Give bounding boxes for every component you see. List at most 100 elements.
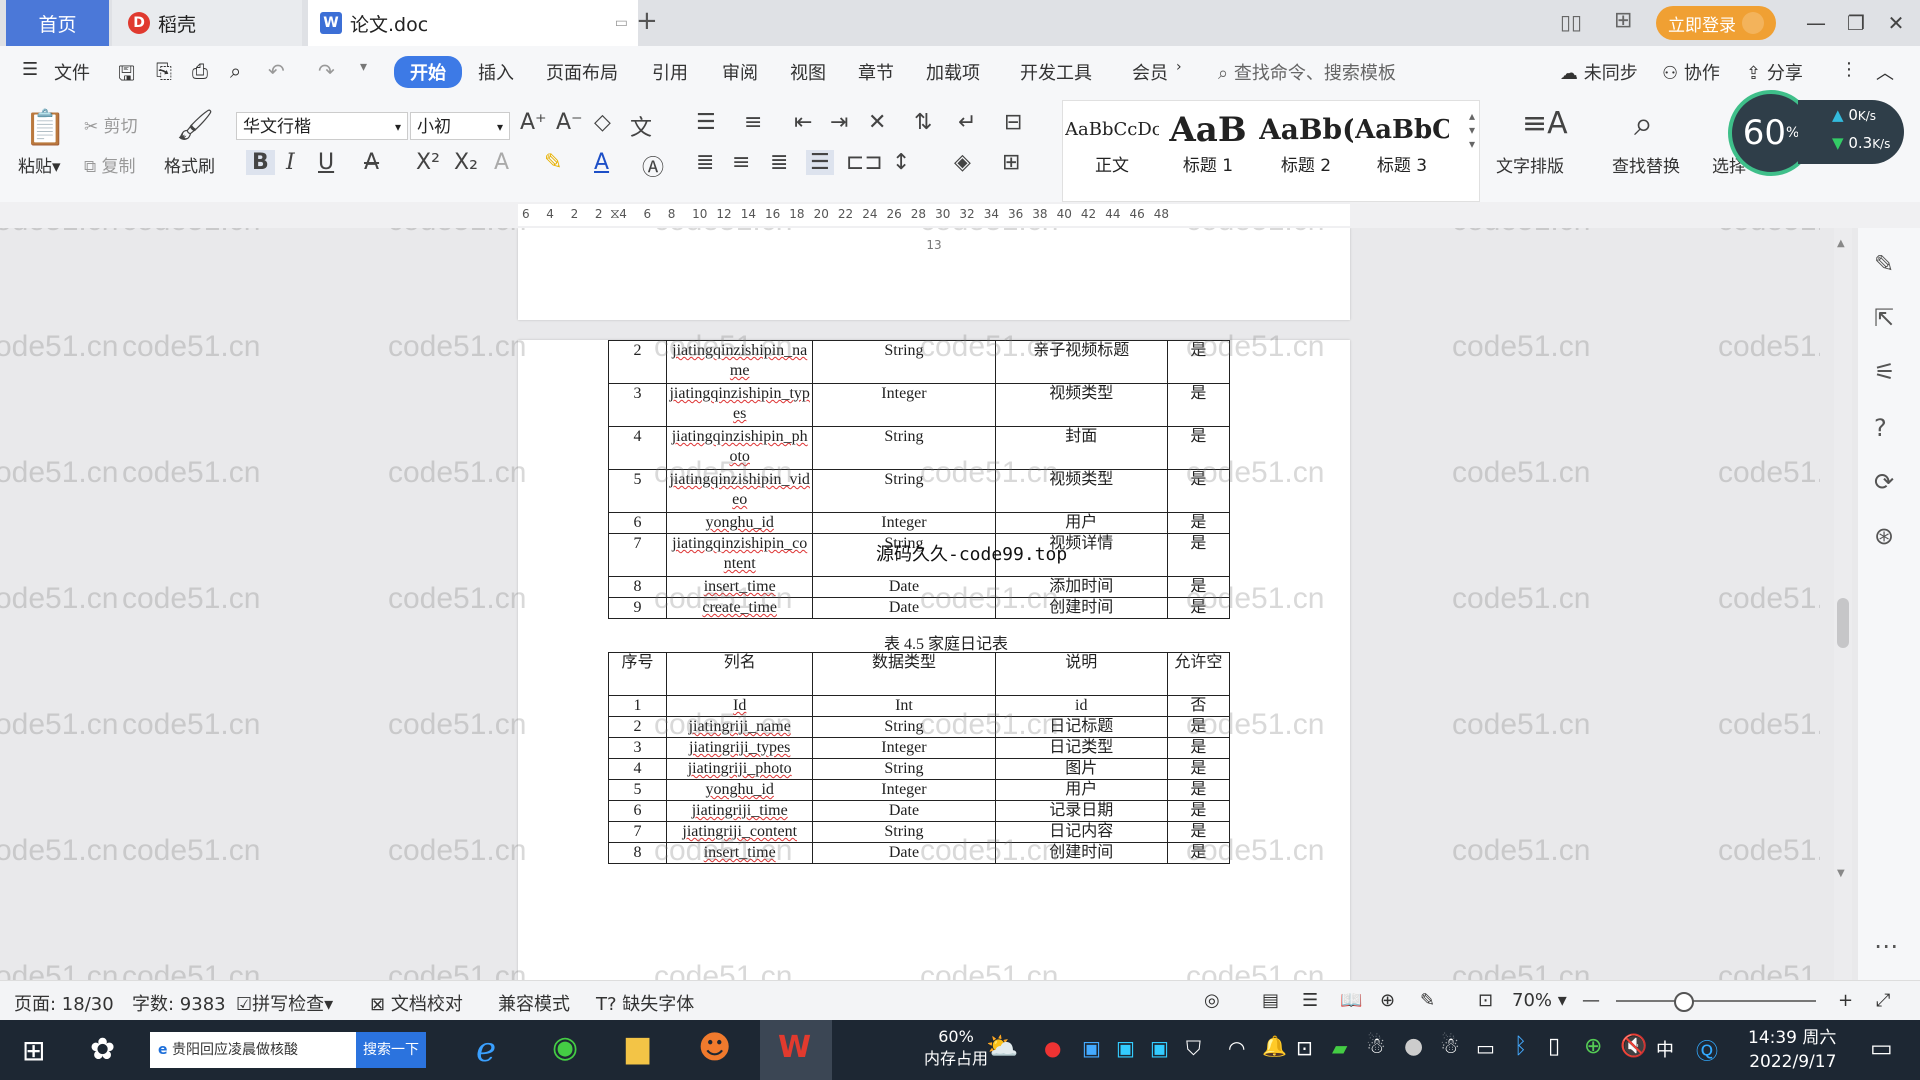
fullscreen-icon[interactable]: ⤢ — [1876, 990, 1890, 1011]
scroll-down-icon[interactable]: ▼ — [1837, 868, 1845, 879]
menu-chapter[interactable]: 章节 — [858, 59, 894, 85]
styles-scroll-icon[interactable]: ▴ ▾ ▾ — [1469, 109, 1475, 151]
text-layout-icon[interactable]: ≡A — [1522, 106, 1568, 141]
justify-icon[interactable]: ☰ — [806, 150, 834, 175]
paste-button[interactable]: 粘贴▾ — [18, 152, 61, 177]
notification-bell-icon[interactable]: 🔔 — [1262, 1034, 1287, 1058]
table-video-fields[interactable]: 2 jiatingqinzishipin_name String 亲子视频标题是 3 ji… — [607, 340, 1231, 619]
bullet-list-icon[interactable]: ☰ — [696, 110, 716, 135]
spell-check[interactable]: ☑拼写检查▾ — [236, 990, 333, 1016]
scroll-thumb[interactable] — [1837, 598, 1849, 648]
paste-icon[interactable]: 📋 — [24, 108, 66, 148]
show-marks-icon[interactable]: ↵ — [958, 110, 976, 135]
menu-addins[interactable]: 加载项 — [926, 59, 980, 85]
subscript-icon[interactable]: X₂ — [454, 150, 478, 175]
tray-plus-icon[interactable]: ⊕ — [1584, 1034, 1602, 1059]
zoom-in-icon[interactable]: + — [1838, 990, 1853, 1011]
sync-button[interactable]: ☁ 未同步 — [1560, 59, 1638, 85]
table-diary-fields[interactable]: 序号 列名 数据类型 说明 允许空 1 Id Int id 否 2 jiatingriji_… — [607, 652, 1231, 864]
export-icon[interactable]: ⎘ — [156, 59, 172, 83]
hamburger-icon[interactable]: ☰ — [22, 59, 38, 80]
app-face-icon[interactable]: ☻ — [698, 1028, 731, 1066]
menu-page-layout[interactable]: 页面布局 — [546, 59, 618, 85]
menu-references[interactable]: 引用 — [652, 59, 688, 85]
clock[interactable]: 14:39 周六 2022/9/17 — [1748, 1026, 1836, 1074]
volume-mute-icon[interactable]: 🔇 — [1620, 1034, 1647, 1059]
help-icon[interactable]: ? — [1874, 414, 1887, 442]
tray-shield-icon[interactable]: ⛉ — [1186, 1036, 1201, 1060]
qq-icon[interactable]: ☃ — [1366, 1034, 1386, 1059]
table-icon[interactable]: ⊟ — [1004, 110, 1022, 135]
swirl-app-icon[interactable]: ✿ — [90, 1032, 115, 1067]
tray-nvidia-icon[interactable]: ▰ — [1332, 1036, 1347, 1060]
more-menu-icon[interactable]: › — [1176, 59, 1182, 75]
distributed-icon[interactable]: ⊏⊐ — [846, 150, 883, 175]
tray-sync-icon[interactable]: ▣ — [1116, 1036, 1135, 1060]
vertical-scrollbar[interactable]: ▲ ▼ — [1834, 228, 1852, 980]
page-view-icon[interactable]: ▤ — [1262, 990, 1279, 1011]
text-effect-icon[interactable]: A — [494, 150, 509, 175]
doc-proof[interactable]: ⊠ 文档校对 — [370, 990, 463, 1016]
write-view-icon[interactable]: ✎ — [1420, 990, 1435, 1011]
tray-circle-icon[interactable]: ● — [1404, 1034, 1423, 1059]
bold-icon[interactable]: B — [246, 150, 275, 175]
print-icon[interactable]: ⎙ — [192, 59, 208, 83]
tray-cloud-icon[interactable]: ▣ — [1082, 1036, 1101, 1060]
eye-protection-icon[interactable]: ◎ — [1204, 990, 1220, 1011]
italic-icon[interactable]: I — [286, 150, 295, 175]
underline-icon[interactable]: U — [318, 150, 334, 175]
file-explorer-icon[interactable]: ▆ — [626, 1030, 649, 1065]
format-painter-button[interactable]: 格式刷 — [164, 152, 215, 177]
bluetooth-icon[interactable]: ᛒ — [1514, 1034, 1527, 1059]
windows-start-icon[interactable]: ⊞ — [22, 1034, 45, 1067]
network-speed-widget[interactable]: 60% ▲ 0K/s ▼ 0.3K/s — [1728, 90, 1908, 176]
collapse-ribbon-icon[interactable]: ︿ — [1876, 59, 1894, 85]
menu-file[interactable]: 文件 — [54, 59, 90, 85]
tab-home[interactable]: 首页 — [6, 0, 109, 46]
qq2-icon[interactable]: ☃ — [1440, 1034, 1460, 1059]
document-canvas[interactable]: 13 2 jiatingqinzishipin_name String 亲子视频标题是… — [0, 228, 1820, 980]
share-button[interactable]: ⇪ 分享 — [1746, 59, 1803, 85]
quick-access-dropdown-icon[interactable]: ▾ — [360, 59, 367, 75]
compass-icon[interactable]: ⊛ — [1874, 522, 1894, 550]
browser-icon[interactable]: ◉ — [552, 1030, 578, 1065]
tray-app-icon[interactable]: ● — [1044, 1036, 1061, 1060]
login-button[interactable]: 立即登录 — [1656, 6, 1776, 40]
cut-button[interactable]: ✂ 剪切 — [84, 112, 138, 137]
zoom-level[interactable]: 70% ▾ — [1512, 990, 1567, 1011]
indent-marker-icon[interactable]: ⧖ — [610, 206, 620, 222]
style-heading-2[interactable]: AaBb( 标题 2 — [1259, 109, 1353, 195]
save-icon[interactable]: 🖫 — [118, 59, 135, 93]
superscript-icon[interactable]: X² — [416, 150, 440, 175]
shading-icon[interactable]: ◈ — [954, 150, 971, 175]
tab-document[interactable]: W 论文.doc ▭ — [308, 0, 638, 46]
pointer-icon[interactable]: ⇱ — [1874, 304, 1894, 332]
pen-icon[interactable]: ✎ — [1874, 250, 1894, 278]
backup-icon[interactable]: ⟳ — [1874, 468, 1894, 496]
battery-icon[interactable]: ▭ — [1476, 1036, 1495, 1060]
magnifier-icon[interactable]: ⌕ — [1634, 104, 1653, 144]
line-spacing-icon[interactable]: ↕ — [892, 150, 910, 175]
style-normal[interactable]: AaBbCcDc 正文 — [1065, 109, 1159, 195]
fit-page-icon[interactable]: ⊡ — [1478, 990, 1493, 1011]
menu-review[interactable]: 审阅 — [722, 59, 758, 85]
sort-icon[interactable]: ⇅ — [914, 110, 932, 135]
shrink-font-icon[interactable]: A⁻ — [556, 110, 583, 135]
zoom-out-icon[interactable]: — — [1582, 990, 1600, 1011]
redo-icon[interactable]: ↷ — [318, 59, 335, 83]
font-size-select[interactable]: 小初 ▾ — [410, 112, 510, 140]
print-preview-icon[interactable]: ⌕ — [230, 59, 241, 83]
outline-view-icon[interactable]: ☰ — [1302, 990, 1318, 1011]
ie-browser-icon[interactable]: ℯ — [476, 1030, 496, 1070]
align-left-icon[interactable]: ≣ — [696, 150, 714, 175]
input-method-icon[interactable]: Ⓠ — [1696, 1034, 1718, 1066]
web-view-icon[interactable]: ⊕ — [1380, 990, 1395, 1011]
reading-view-icon[interactable]: 📖 — [1340, 990, 1362, 1011]
weather-icon[interactable]: ⛅ — [986, 1032, 1018, 1062]
grid-apps-icon[interactable]: ⊞ — [1614, 8, 1632, 33]
strikethrough-icon[interactable]: A — [364, 150, 379, 175]
layout-icon[interactable]: ▯▯ — [1560, 10, 1582, 34]
restore-icon[interactable]: ❐ — [1838, 8, 1874, 38]
undo-icon[interactable]: ↶ — [268, 59, 285, 83]
tray-sync2-icon[interactable]: ▣ — [1150, 1036, 1169, 1060]
